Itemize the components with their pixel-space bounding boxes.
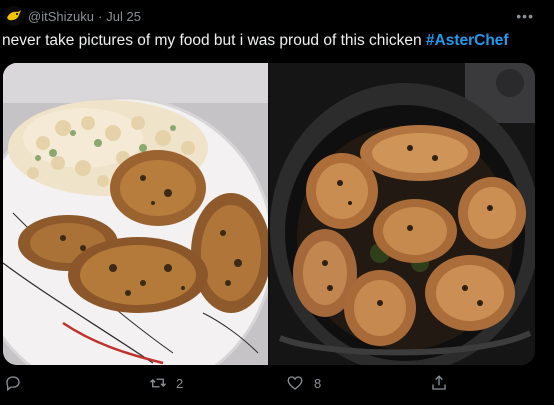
retweet-button[interactable]: 2 [148, 374, 183, 392]
tweet-text: never take pictures of my food but i was… [2, 32, 509, 50]
share-icon [432, 375, 446, 390]
skillet-photo-image [270, 63, 535, 365]
user-handle[interactable]: @itShizuku [28, 9, 94, 24]
plate-photo-image [3, 63, 268, 365]
avatar[interactable] [4, 6, 24, 26]
tweet-actions: 2 8 [0, 372, 554, 400]
food-photo-skillet[interactable] [270, 63, 535, 365]
retweet-count: 2 [176, 375, 184, 391]
tweet-date[interactable]: Jul 25 [106, 9, 141, 24]
tweet[interactable]: @itShizuku · Jul 25 ••• never take pictu… [0, 0, 554, 405]
like-button[interactable]: 8 [286, 374, 321, 392]
tweet-media[interactable] [3, 63, 535, 365]
separator-dot: · [97, 8, 103, 24]
reply-button[interactable] [4, 374, 32, 392]
share-button[interactable] [430, 374, 448, 392]
food-photo-plate[interactable] [3, 63, 268, 365]
more-options-icon[interactable]: ••• [516, 8, 534, 24]
avatar-icon [7, 10, 21, 21]
hashtag-link[interactable]: #AsterChef [426, 32, 509, 49]
like-count: 8 [314, 375, 322, 391]
heart-icon [287, 376, 303, 390]
reply-icon [6, 376, 20, 392]
retweet-icon [150, 378, 166, 388]
tweet-body: never take pictures of my food but i was… [2, 32, 426, 49]
tweet-header: @itShizuku · Jul 25 [4, 6, 141, 26]
